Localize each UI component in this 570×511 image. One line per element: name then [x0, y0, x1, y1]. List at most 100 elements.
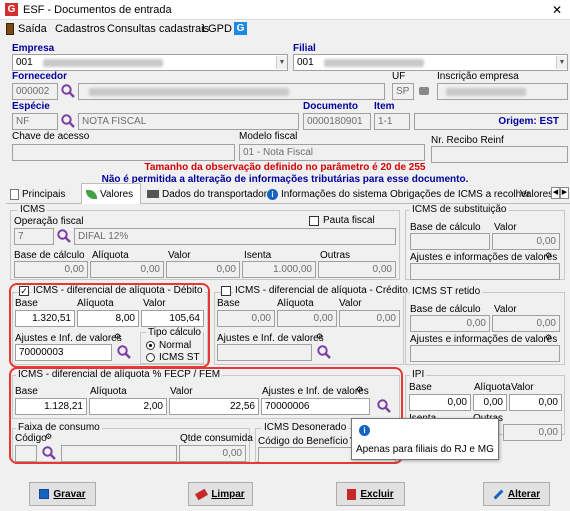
tab-obrigacoes-label: Obrigações de ICMS a recolher [390, 188, 531, 200]
tab-principais-label: Principais [22, 188, 66, 200]
tooltip: i Apenas para filiais do RJ e MG [351, 418, 499, 460]
empresa-dropdown-icon[interactable]: ▼ [276, 56, 287, 69]
operacao-search-icon[interactable] [56, 228, 72, 244]
pauta-checkbox[interactable] [309, 216, 319, 226]
tab-informacoes[interactable]: i Informações do sistema [267, 185, 387, 203]
tab-principais[interactable]: Principais [10, 185, 65, 203]
credito-ajustes-label: Ajustes e Inf. de valores [217, 333, 324, 344]
operacao-label: Operação fiscal [14, 216, 84, 227]
alterar-button[interactable]: Alterar [483, 482, 550, 506]
tab-valores[interactable]: Valores [86, 185, 133, 203]
ipi-title: IPI [410, 369, 427, 380]
especie-code-field[interactable]: NF [12, 113, 58, 130]
limpar-label: Limpar [211, 488, 245, 500]
pencil-icon [493, 489, 504, 499]
chave-field[interactable] [12, 144, 235, 161]
especie-code-value: NF [16, 116, 30, 127]
credito-ajustes-search-icon[interactable] [316, 344, 332, 360]
ipi-base-label: Base [409, 382, 432, 393]
modelo-value: 01 - Nota Fiscal [243, 147, 314, 158]
fornecedor-name-field [78, 83, 385, 100]
icms-aliquota-field[interactable]: 0,00 [90, 261, 164, 278]
help-icon[interactable]: G [234, 22, 247, 35]
documento-label: Documento [303, 101, 358, 112]
ipi-base-field[interactable]: 0,00 [409, 394, 471, 411]
info-icon: i [267, 188, 278, 200]
recibo-field [431, 146, 568, 163]
icms-title: ICMS [18, 204, 47, 215]
credito-ajustes-icon[interactable]: ⚙ [316, 332, 323, 341]
icms-outras-field[interactable]: 0,00 [318, 261, 396, 278]
documento-field[interactable]: 0000180901 [303, 113, 371, 130]
credito-base-label: Base [217, 298, 240, 309]
menu-item-saida[interactable]: Saída [18, 23, 47, 35]
empresa-value: 001 [16, 57, 33, 68]
item-field[interactable]: 1-1 [374, 113, 410, 130]
eraser-icon [195, 488, 209, 500]
filial-label: Filial [293, 43, 316, 54]
icms-sub-valor-label: Valor [494, 222, 517, 233]
icms-sub-title: ICMS de substituição [410, 204, 509, 215]
ipi-aliquota-field[interactable]: 0,00 [473, 394, 507, 411]
excluir-button[interactable]: Excluir [336, 482, 405, 506]
icms-valor-field[interactable]: 0,00 [166, 261, 240, 278]
icms-aliquota-label: Alíquota [92, 250, 129, 261]
gravar-button[interactable]: Gravar [29, 482, 96, 506]
st-ajustes-icon[interactable]: ⚙ [545, 333, 552, 342]
filial-dropdown-icon[interactable]: ▼ [556, 56, 567, 69]
icms-valor-label: Valor [168, 250, 191, 261]
modelo-label: Modelo fiscal [239, 131, 298, 142]
credito-valor-field[interactable]: 0,00 [339, 310, 400, 327]
empresa-select[interactable]: 001 [12, 54, 288, 71]
icms-sub-ajustes-icon[interactable]: ⚙ [545, 251, 552, 260]
st-ajustes-field[interactable] [410, 345, 560, 362]
fornecedor-code-field[interactable]: 000002 [12, 83, 58, 100]
icms-sub-ajustes-field[interactable] [410, 263, 560, 280]
ipi-valor-field[interactable]: 0,00 [509, 394, 562, 411]
credito-aliquota-label: Alíquota [277, 298, 314, 309]
empresa-label: Empresa [12, 43, 55, 54]
credito-base-field[interactable]: 0,00 [217, 310, 275, 327]
icms-sub-valor-field[interactable]: 0,00 [492, 233, 560, 250]
tab-valores-2-label: Valores [520, 188, 554, 200]
menu-item-cadastros[interactable]: Cadastros [55, 23, 105, 35]
filial-select[interactable]: 001 [293, 54, 568, 71]
highlight-fecp [9, 367, 403, 464]
especie-search-icon[interactable] [60, 113, 76, 129]
fornecedor-search-icon[interactable] [60, 83, 76, 99]
menu-item-lgpd[interactable]: LGPD [202, 23, 232, 35]
document-icon [10, 188, 19, 200]
tab-informacoes-label: Informações do sistema [281, 188, 388, 200]
icms-isenta-field[interactable]: 1.000,00 [242, 261, 316, 278]
difal-credito-checkbox[interactable] [221, 286, 231, 296]
menu-item-consultas[interactable]: Consultas cadastrais [107, 23, 209, 35]
tab-transportador[interactable]: Dados do transportador [147, 185, 267, 203]
save-icon [39, 489, 50, 499]
ipi-outras-field[interactable]: 0,00 [503, 424, 562, 441]
menu-bar: Saída Cadastros Consultas cadastrais LGP… [0, 20, 570, 38]
st-base-label: Base de cálculo [410, 304, 481, 315]
tab-obrigacoes[interactable]: Obrigações de ICMS a recolher [390, 185, 530, 203]
operacao-desc-field: DIFAL 12% [74, 228, 396, 245]
documento-value: 0000180901 [307, 116, 363, 127]
trash-icon [347, 488, 357, 500]
tab-valores-2[interactable]: Valores [520, 185, 553, 203]
limpar-button[interactable]: Limpar [188, 482, 253, 506]
item-label: Item [374, 101, 395, 112]
credito-aliquota-field[interactable]: 0,00 [277, 310, 337, 327]
ipi-aliquota-label: Alíquota [474, 382, 511, 393]
app-logo-icon: G [5, 3, 18, 16]
close-icon[interactable]: ✕ [552, 3, 562, 17]
st-valor-field[interactable]: 0,00 [492, 315, 560, 332]
operacao-code-value: 7 [18, 231, 24, 242]
icms-sub-base-field[interactable] [410, 233, 490, 250]
operacao-code-field[interactable]: 7 [14, 228, 54, 245]
st-base-field[interactable]: 0,00 [410, 315, 490, 332]
credito-ajustes-field[interactable] [217, 344, 312, 361]
tab-scroll-right-icon[interactable]: ▶ [560, 187, 569, 199]
gravar-label: Gravar [53, 488, 86, 500]
credito-valor-label: Valor [339, 298, 362, 309]
icms-base-field[interactable]: 0,00 [14, 261, 88, 278]
origem-field: Origem: EST [414, 113, 568, 130]
tab-scroll-left-icon[interactable]: ◀ [551, 187, 560, 199]
